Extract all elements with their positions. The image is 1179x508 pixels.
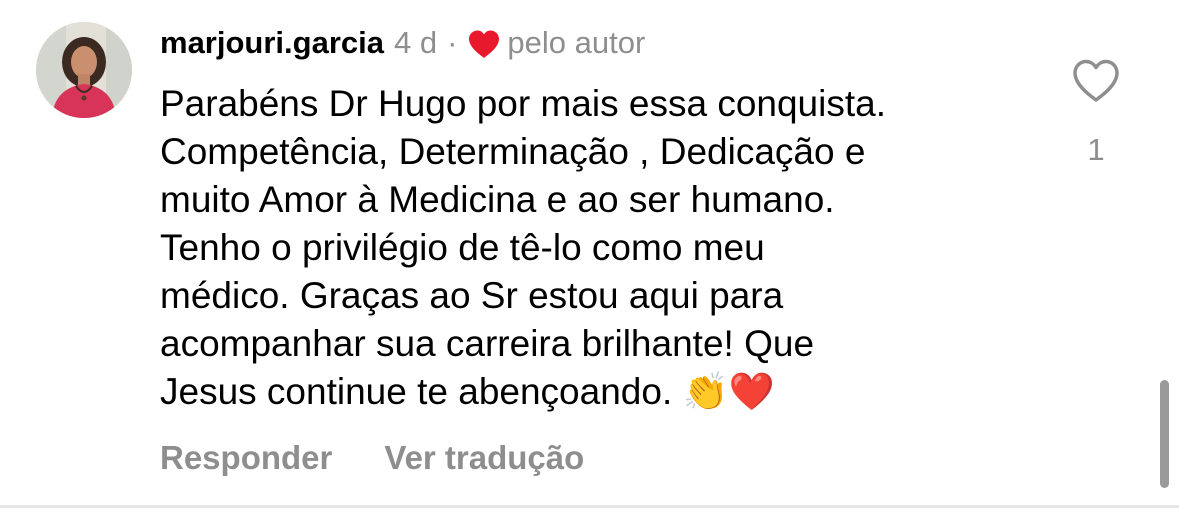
translate-button[interactable]: Ver tradução bbox=[384, 436, 584, 480]
username-link[interactable]: marjouri.garcia bbox=[160, 22, 384, 64]
comment-actions: Responder Ver tradução bbox=[160, 436, 584, 480]
heart-outline-icon[interactable] bbox=[1071, 58, 1121, 104]
like-column: 1 bbox=[1060, 58, 1132, 170]
scrollbar[interactable] bbox=[1160, 380, 1169, 488]
avatar-image bbox=[36, 22, 132, 118]
avatar[interactable] bbox=[36, 22, 132, 118]
comment-item: marjouri.garcia 4 d · pelo autor Parabén… bbox=[0, 0, 1179, 508]
comment-text: Parabéns Dr Hugo por mais essa conquista… bbox=[160, 83, 886, 412]
meta-separator: · bbox=[447, 25, 458, 60]
author-like-label: pelo autor bbox=[507, 25, 646, 60]
like-count: 1 bbox=[1087, 132, 1105, 167]
reply-button[interactable]: Responder bbox=[160, 436, 332, 480]
comment-header: marjouri.garcia 4 d · pelo autor bbox=[160, 22, 645, 64]
comment-timestamp: 4 d bbox=[393, 25, 438, 60]
heart-filled-icon bbox=[469, 30, 500, 58]
